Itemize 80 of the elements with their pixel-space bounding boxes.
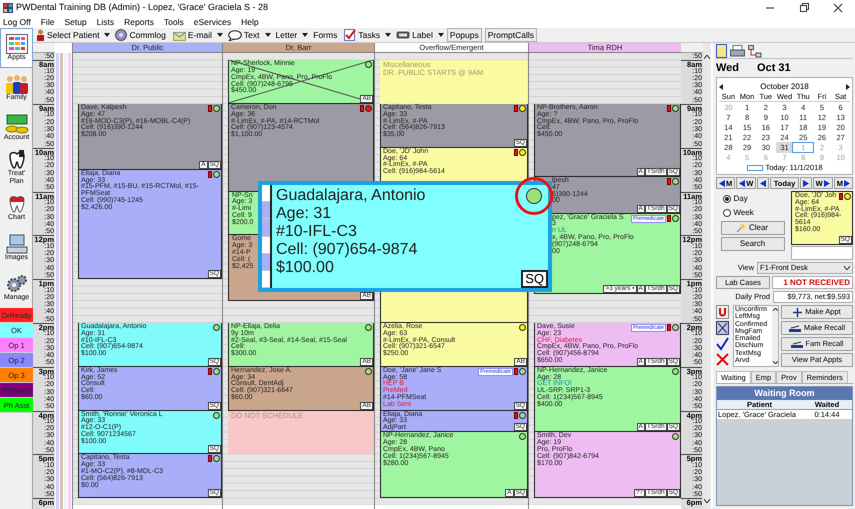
popup-text: $100.00: [276, 259, 334, 277]
toolbar-button[interactable]: Tasks: [342, 28, 382, 42]
popup-text: #10-IFL-C3: [276, 223, 357, 241]
toolbar-button[interactable]: Select Patient: [34, 28, 102, 42]
preview-field: [791, 246, 853, 260]
close-button[interactable]: [833, 2, 843, 12]
month-title: October 2018: [760, 80, 809, 92]
caret-icon[interactable]: [104, 33, 110, 37]
app-icon: [3, 2, 13, 12]
scroll-up-icon[interactable]: [772, 308, 778, 311]
popup-text: Age: 31: [276, 205, 332, 223]
calendar-icon: [6, 34, 28, 54]
scroll-down-icon[interactable]: [704, 499, 710, 503]
highlight-ring: [515, 177, 553, 215]
tooth-icon: [6, 194, 26, 214]
next-month-icon[interactable]: [846, 84, 850, 90]
menu-item[interactable]: Help: [241, 16, 259, 26]
pin-icon: [736, 224, 745, 232]
window-title: PWDental Training DB (Admin) - Lopez, 'Grace' Graciela S - 28: [16, 2, 268, 13]
code-tag: SQ: [521, 270, 548, 288]
crossed-box-icon[interactable]: [716, 321, 729, 335]
gears-icon: [6, 274, 28, 294]
blank-header: [681, 43, 703, 53]
scroll-down-icon[interactable]: [772, 361, 778, 364]
x-icon[interactable]: [716, 353, 729, 366]
menu-item[interactable]: eServices: [194, 16, 232, 26]
disc-icon: [115, 29, 128, 41]
nav-button[interactable]: [800, 177, 812, 189]
caret-icon[interactable]: [438, 33, 444, 37]
label-icon: [396, 31, 410, 39]
caret-icon: [844, 266, 850, 270]
toolbar-button[interactable]: Label: [394, 28, 435, 42]
toolbar-button[interactable]: Letter: [274, 28, 300, 42]
blank-header: [33, 43, 55, 53]
caret-icon[interactable]: [302, 33, 308, 37]
search-button[interactable]: Search: [720, 237, 784, 251]
toolbar-button[interactable]: Text: [226, 28, 262, 42]
previous-month-icon[interactable]: [719, 84, 723, 90]
maximize-button[interactable]: [799, 2, 809, 12]
menu-item[interactable]: Lists: [96, 16, 114, 26]
scrollbar[interactable]: [703, 43, 711, 509]
note-icon[interactable]: [716, 44, 727, 58]
date-label: Oct 31: [757, 60, 791, 76]
network-icon[interactable]: [748, 45, 762, 58]
radio-button[interactable]: [722, 209, 730, 217]
magnet-icon[interactable]: [716, 305, 729, 319]
money-icon: [4, 114, 28, 134]
toolbar-button[interactable]: Commlog: [113, 28, 168, 42]
envelope-icon: [172, 30, 186, 40]
radio-label: Day: [734, 193, 748, 205]
people-icon: [4, 74, 28, 94]
toolbar-button[interactable]: Popups: [446, 28, 482, 42]
radio-button[interactable]: [722, 195, 730, 203]
popup-text: Cell: (907)654-9874: [276, 241, 418, 259]
caret-icon[interactable]: [264, 33, 271, 37]
checkmark-icon[interactable]: [716, 337, 729, 351]
printer-icon[interactable]: [730, 45, 745, 58]
lab-cases-field: 1 NOT RECEIVED: [772, 276, 853, 289]
computer-icon: [6, 234, 28, 254]
toolbar-button[interactable]: Forms: [311, 28, 340, 42]
today-swatch: [746, 165, 762, 171]
caret-icon[interactable]: [385, 33, 392, 37]
toolbar-button[interactable]: PromptCalls: [484, 28, 538, 42]
toolbar-button[interactable]: E-mail: [170, 28, 214, 42]
menu-item[interactable]: File: [40, 16, 54, 26]
radio-label: Week: [734, 207, 754, 219]
menu-item[interactable]: Tools: [164, 16, 184, 26]
panel-title: Waiting Room: [717, 387, 852, 400]
menu-item[interactable]: Log Off: [3, 16, 31, 26]
speech-bubble-icon: [228, 30, 242, 40]
weekday-label: Wed: [716, 60, 740, 76]
plus-icon: [793, 308, 802, 316]
person-icon: [36, 29, 45, 41]
caret-icon[interactable]: [216, 33, 223, 37]
nav-button[interactable]: [757, 177, 770, 189]
scroll-up-icon[interactable]: [704, 55, 710, 59]
menu-item[interactable]: Reports: [124, 16, 154, 26]
menu-item[interactable]: Setup: [64, 16, 87, 26]
tooth-icon: [6, 150, 26, 170]
clear-button[interactable]: Clear: [720, 221, 784, 235]
